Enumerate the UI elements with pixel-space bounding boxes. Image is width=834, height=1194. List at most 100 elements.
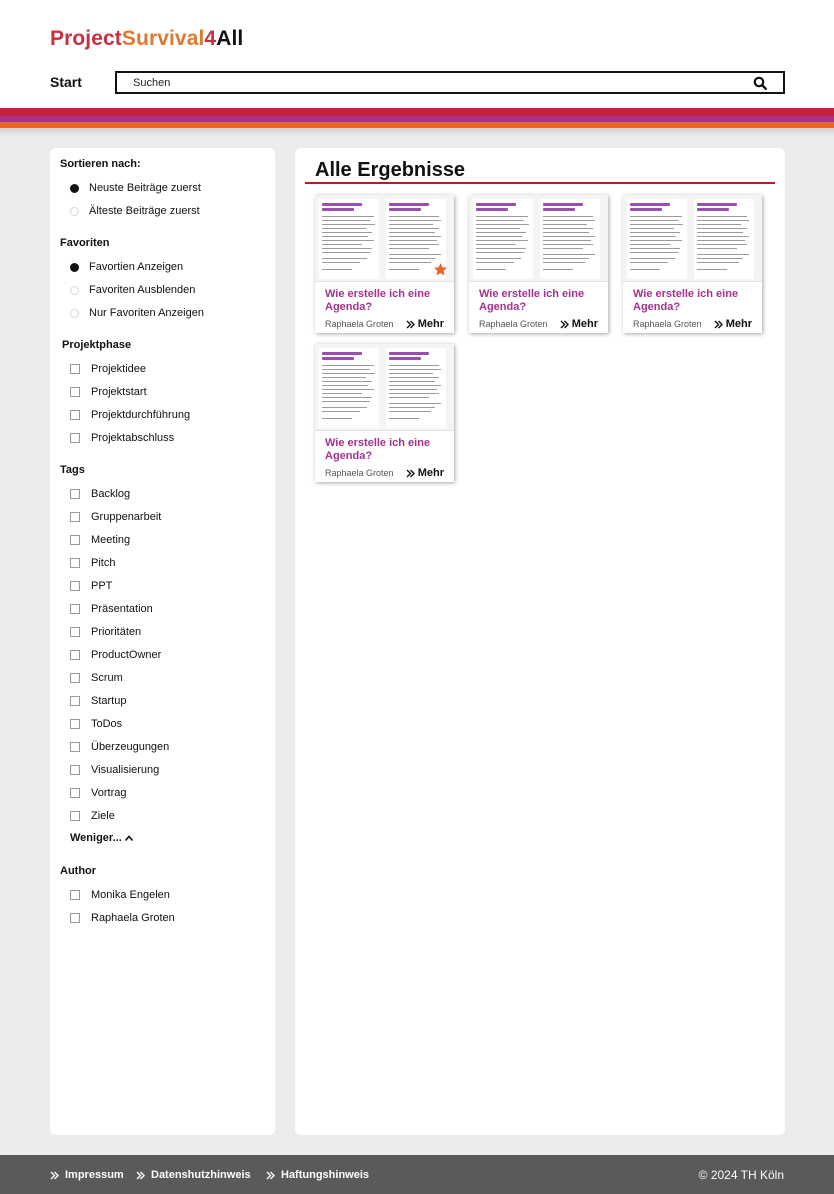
tag-option-meeting[interactable]: Meeting xyxy=(70,532,130,548)
checkbox[interactable] xyxy=(70,765,80,775)
tag-option-pitch[interactable]: Pitch xyxy=(70,555,115,571)
card-title[interactable]: Wie erstelle ich eine Agenda? xyxy=(479,288,604,314)
phase-option-start[interactable]: Projektstart xyxy=(70,384,147,400)
more-link[interactable]: Mehr xyxy=(560,318,598,330)
more-label: Mehr xyxy=(725,318,752,330)
site-logo[interactable]: ProjectSurvival4All xyxy=(50,27,243,51)
chevron-up-icon xyxy=(124,835,133,842)
checkbox[interactable] xyxy=(70,719,80,729)
phase-option-label: Projektstart xyxy=(91,386,147,398)
checkbox[interactable] xyxy=(70,890,80,900)
tag-label: Startup xyxy=(91,695,127,707)
tag-label: Überzeugungen xyxy=(91,741,170,753)
thumbnail-page xyxy=(319,199,379,279)
sort-title: Sortieren nach: xyxy=(60,158,141,170)
show-fewer-label: Weniger... xyxy=(70,832,122,844)
footer-link-impressum[interactable]: Impressum xyxy=(50,1169,124,1181)
checkbox[interactable] xyxy=(70,387,80,397)
logo-part-all: All xyxy=(216,27,244,50)
tag-option-productowner[interactable]: ProductOwner xyxy=(70,647,161,663)
show-fewer-tags-button[interactable]: Weniger... xyxy=(70,832,134,844)
tag-option-ueberzeugungen[interactable]: Überzeugungen xyxy=(70,739,169,755)
page-title: Alle Ergebnisse xyxy=(315,159,466,181)
sort-option-oldest[interactable]: Älteste Beiträge zuerst xyxy=(70,203,200,219)
fav-option-hide[interactable]: Favoriten Ausblenden xyxy=(70,282,195,298)
site-footer: Impressum Datenshutzhinweis Haftungshinw… xyxy=(0,1155,834,1194)
result-card[interactable]: Wie erstelle ich eine Agenda? Raphaela G… xyxy=(469,195,608,333)
double-chevron-right-icon xyxy=(50,1171,59,1179)
fav-option-show[interactable]: Favortien Anzeigen xyxy=(70,259,183,275)
checkbox[interactable] xyxy=(70,604,80,614)
checkbox[interactable] xyxy=(70,650,80,660)
radio-selected[interactable] xyxy=(70,262,79,272)
checkbox[interactable] xyxy=(70,364,80,374)
author-option-engelen[interactable]: Monika Engelen xyxy=(70,887,170,903)
checkbox[interactable] xyxy=(70,581,80,591)
checkbox[interactable] xyxy=(70,742,80,752)
tag-option-backlog[interactable]: Backlog xyxy=(70,486,130,502)
thumbnail-page xyxy=(473,199,533,279)
checkbox[interactable] xyxy=(70,696,80,706)
checkbox[interactable] xyxy=(70,811,80,821)
more-link[interactable]: Mehr xyxy=(406,318,444,330)
checkbox[interactable] xyxy=(70,673,80,683)
tag-option-ppt[interactable]: PPT xyxy=(70,578,112,594)
result-card[interactable]: Wie erstelle ich eine Agenda? Raphaela G… xyxy=(315,344,454,482)
card-thumbnail xyxy=(315,344,454,431)
tag-option-ziele[interactable]: Ziele xyxy=(70,808,115,824)
more-link[interactable]: Mehr xyxy=(714,318,752,330)
checkbox[interactable] xyxy=(70,489,80,499)
card-author: Raphaela Groten xyxy=(325,468,394,478)
favorites-title: Favoriten xyxy=(60,237,110,249)
card-title[interactable]: Wie erstelle ich eine Agenda? xyxy=(325,288,450,314)
checkbox[interactable] xyxy=(70,410,80,420)
checkbox[interactable] xyxy=(70,913,80,923)
tag-option-gruppenarbeit[interactable]: Gruppenarbeit xyxy=(70,509,161,525)
tag-option-startup[interactable]: Startup xyxy=(70,693,126,709)
tag-option-visualisierung[interactable]: Visualisierung xyxy=(70,762,159,778)
phase-option-label: Projektidee xyxy=(91,363,147,375)
radio-unselected[interactable] xyxy=(70,285,79,295)
result-card[interactable]: Wie erstelle ich eine Agenda? Raphaela G… xyxy=(623,195,762,333)
tag-option-scrum[interactable]: Scrum xyxy=(70,670,123,686)
search-bar xyxy=(115,71,785,94)
fav-option-only[interactable]: Nur Favoriten Anzeigen xyxy=(70,305,204,321)
card-thumbnail xyxy=(623,195,762,282)
checkbox[interactable] xyxy=(70,788,80,798)
tag-option-vortrag[interactable]: Vortrag xyxy=(70,785,126,801)
checkbox[interactable] xyxy=(70,627,80,637)
radio-unselected[interactable] xyxy=(70,308,79,318)
card-title[interactable]: Wie erstelle ich eine Agenda? xyxy=(325,437,450,463)
more-link[interactable]: Mehr xyxy=(406,467,444,479)
search-input[interactable] xyxy=(117,73,717,93)
phase-option-closing[interactable]: Projektabschluss xyxy=(70,430,174,446)
checkbox[interactable] xyxy=(70,535,80,545)
phase-option-idea[interactable]: Projektidee xyxy=(70,361,146,377)
author-title: Author xyxy=(60,865,97,877)
site-header: ProjectSurvival4All Start xyxy=(0,0,834,108)
footer-link-haftung[interactable]: Haftungshinweis xyxy=(266,1169,369,1181)
double-chevron-right-icon xyxy=(714,320,723,328)
author-option-groten[interactable]: Raphaela Groten xyxy=(70,910,175,926)
nav-start-link[interactable]: Start xyxy=(50,74,82,90)
header-shadow xyxy=(0,128,834,136)
checkbox[interactable] xyxy=(70,512,80,522)
tag-option-todos[interactable]: ToDos xyxy=(70,716,122,732)
footer-link-datenschutz[interactable]: Datenshutzhinweis xyxy=(136,1169,251,1181)
tag-option-prioritaeten[interactable]: Prioritäten xyxy=(70,624,141,640)
phase-option-execution[interactable]: Projektdurchführung xyxy=(70,407,190,423)
result-card[interactable]: Wie erstelle ich eine Agenda? Raphaela G… xyxy=(315,195,454,333)
sort-option-newest[interactable]: Neuste Beiträge zuerst xyxy=(70,180,201,196)
radio-selected[interactable] xyxy=(70,183,79,193)
card-title[interactable]: Wie erstelle ich eine Agenda? xyxy=(633,288,758,314)
star-icon[interactable] xyxy=(433,262,448,277)
author-label: Raphaela Groten xyxy=(91,912,175,924)
tag-label: Backlog xyxy=(91,488,131,500)
radio-unselected[interactable] xyxy=(70,206,79,216)
tag-label: Scrum xyxy=(91,672,123,684)
checkbox[interactable] xyxy=(70,558,80,568)
checkbox[interactable] xyxy=(70,433,80,443)
thumbnail-page xyxy=(694,199,754,279)
search-icon[interactable] xyxy=(753,76,767,90)
tag-option-praesentation[interactable]: Präsentation xyxy=(70,601,153,617)
